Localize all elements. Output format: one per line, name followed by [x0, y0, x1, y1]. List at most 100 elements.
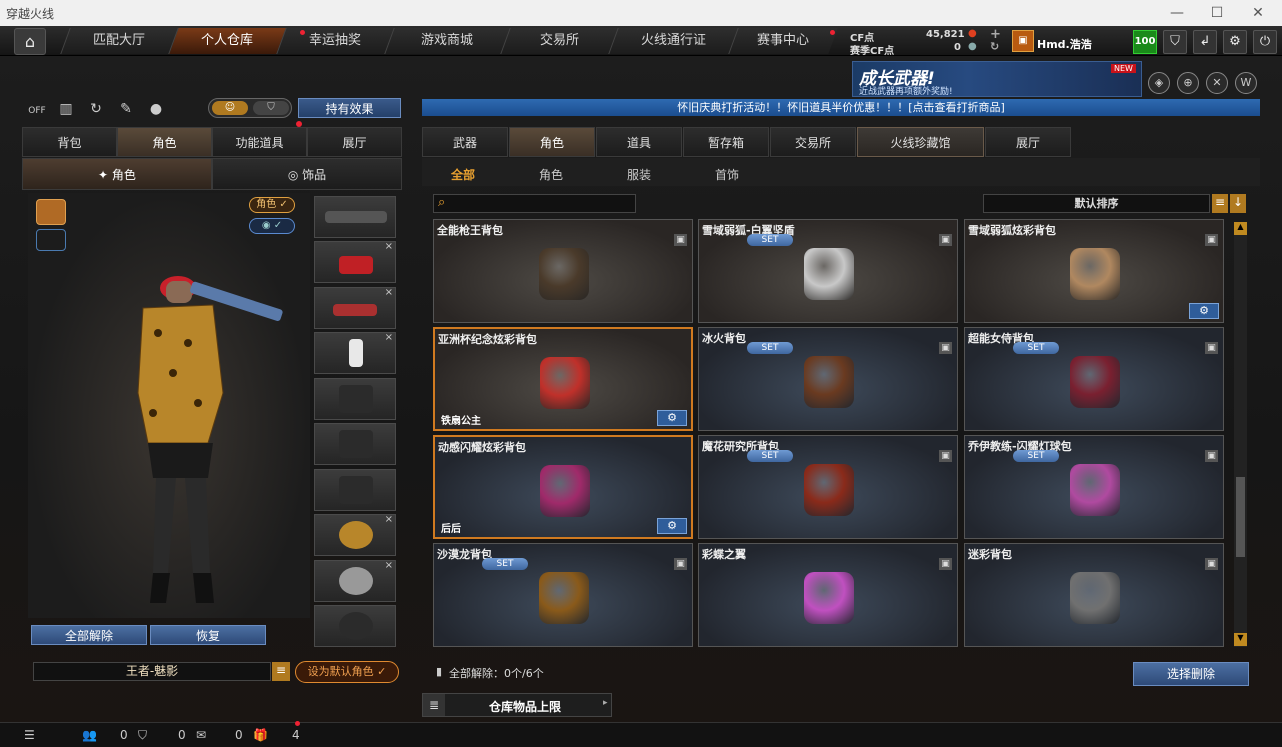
- gift-icon[interactable]: 🎁: [253, 728, 268, 742]
- right-tab-weapon[interactable]: 武器: [422, 127, 508, 157]
- maximize-button[interactable]: ☐: [1197, 0, 1237, 26]
- nav-tab-lottery[interactable]: 幸运抽奖: [276, 28, 394, 54]
- warehouse-limit-bar[interactable]: ≣ 仓库物品上限 ▸: [422, 693, 612, 717]
- remove-icon[interactable]: ×: [385, 560, 393, 571]
- subtab-accessory[interactable]: ◎ 饰品: [212, 158, 402, 190]
- remove-icon[interactable]: ×: [385, 241, 393, 252]
- equip-slot-hat[interactable]: ×: [314, 241, 396, 283]
- trash-icon[interactable]: ▣: [674, 234, 687, 246]
- right-tab-items[interactable]: 道具: [596, 127, 682, 157]
- item-card[interactable]: 全能枪王背包 ▣: [433, 219, 693, 323]
- home-button[interactable]: ⌂: [14, 28, 46, 55]
- trash-icon[interactable]: ▣: [674, 558, 687, 570]
- promo-banner[interactable]: 成长武器! 近战武器再项额外奖励! NEW: [852, 61, 1142, 97]
- right-tab-collection[interactable]: 火线珍藏馆: [857, 127, 984, 157]
- role-badge[interactable]: 角色 ✓: [249, 197, 295, 213]
- remove-icon[interactable]: ×: [385, 287, 393, 298]
- trash-icon[interactable]: ▣: [1205, 558, 1218, 570]
- equip-slot-pendant[interactable]: ×: [314, 514, 396, 556]
- shield-icon[interactable]: ⛉: [138, 728, 147, 743]
- nav-tab-events[interactable]: 赛事中心: [728, 28, 838, 54]
- nav-tab-warehouse[interactable]: 个人仓库: [168, 28, 286, 54]
- search-input[interactable]: ⌕: [433, 194, 636, 213]
- right-tab-temp-box[interactable]: 暂存箱: [683, 127, 769, 157]
- back-button[interactable]: ↲: [1193, 30, 1217, 54]
- view-toggle[interactable]: ☺ ⛉: [208, 98, 292, 118]
- chat-icon[interactable]: ✉: [196, 728, 206, 742]
- sort-dropdown[interactable]: 默认排序: [983, 194, 1210, 213]
- grenade-icon[interactable]: ●: [144, 98, 168, 120]
- swords-icon[interactable]: ✕: [1206, 72, 1228, 94]
- restore-button[interactable]: 恢复: [150, 625, 266, 645]
- equip-slot-glasses[interactable]: ×: [314, 287, 396, 329]
- item-card[interactable]: 动感闪耀炫彩背包 后后 ⚙: [433, 435, 693, 539]
- item-card[interactable]: 乔伊教练-闪耀灯球包 ▣ SET: [964, 435, 1224, 539]
- item-card[interactable]: 彩蝶之翼 ▣: [698, 543, 958, 647]
- effect-button[interactable]: 持有效果: [298, 98, 401, 118]
- close-window-button[interactable]: ✕: [1238, 0, 1278, 26]
- item-card[interactable]: 雪域弱狐炫彩背包 ▣ ⚙: [964, 219, 1224, 323]
- left-tab-gallery[interactable]: 展厅: [307, 127, 402, 157]
- item-card[interactable]: 亚洲杯纪念炫彩背包 铁扇公主 ⚙: [433, 327, 693, 431]
- ranking-icon[interactable]: ▥: [54, 98, 78, 120]
- list-view-icon[interactable]: ≡: [1212, 194, 1228, 213]
- rotate-icon[interactable]: ↻: [84, 98, 108, 120]
- remove-icon[interactable]: ×: [385, 514, 393, 525]
- alt-mode-icon[interactable]: [36, 229, 66, 251]
- remove-icon[interactable]: ×: [385, 332, 393, 343]
- left-tab-function-items[interactable]: 功能道具: [212, 127, 307, 157]
- set-default-character-button[interactable]: 设为默认角色 ✓: [295, 661, 399, 683]
- gear-icon[interactable]: ⚙: [657, 518, 687, 534]
- equip-slot-empty[interactable]: [314, 605, 396, 647]
- sort-down-icon[interactable]: ↓: [1230, 194, 1246, 213]
- equip-slot-radio[interactable]: ×: [314, 332, 396, 374]
- globe-icon[interactable]: ⊕: [1177, 72, 1199, 94]
- minimize-button[interactable]: —: [1157, 0, 1197, 26]
- subtab-jewelry[interactable]: 首饰: [715, 166, 739, 183]
- trash-icon[interactable]: ▣: [939, 342, 952, 354]
- friends-icon[interactable]: 👥: [82, 728, 97, 742]
- scroll-down-icon[interactable]: ▼: [1234, 633, 1247, 646]
- nav-tab-match-lobby[interactable]: 匹配大厅: [60, 28, 178, 54]
- nav-tab-mall[interactable]: 游戏商城: [384, 28, 510, 54]
- shield-button[interactable]: ⛉: [1163, 30, 1187, 54]
- subtab-all[interactable]: 全部: [451, 166, 475, 183]
- refresh-icon[interactable]: ↻: [990, 40, 999, 53]
- equip-slot-empty[interactable]: [314, 469, 396, 511]
- item-card[interactable]: 沙漠龙背包 ▣ SET: [433, 543, 693, 647]
- scroll-thumb[interactable]: [1236, 477, 1245, 557]
- trash-icon[interactable]: ▣: [939, 450, 952, 462]
- right-tab-gallery[interactable]: 展厅: [985, 127, 1071, 157]
- trash-icon[interactable]: ▣: [939, 234, 952, 246]
- visibility-toggle[interactable]: ◉ ✓: [249, 218, 295, 234]
- outfit-mode-icon[interactable]: [36, 199, 66, 225]
- character-preview[interactable]: 角色 ✓ ◉ ✓: [28, 193, 310, 618]
- trash-icon[interactable]: ▣: [1205, 342, 1218, 354]
- trash-icon[interactable]: ▣: [1205, 234, 1218, 246]
- gear-icon[interactable]: ⚙: [657, 410, 687, 426]
- unequip-all-button[interactable]: 全部解除: [31, 625, 147, 645]
- badge-icon[interactable]: ◈: [1148, 72, 1170, 94]
- subtab-clothing[interactable]: 服装: [627, 166, 651, 183]
- notice-bar[interactable]: 怀旧庆典打折活动！！怀旧道具半价优惠！！！[点击查看打折商品]: [422, 99, 1260, 116]
- menu-icon[interactable]: ≡: [272, 662, 290, 681]
- item-card[interactable]: 雪域弱狐-白翼坚盾 ▣ SET: [698, 219, 958, 323]
- item-card[interactable]: 迷彩背包 ▣: [964, 543, 1224, 647]
- emblem-view-icon[interactable]: ⛉: [253, 101, 289, 115]
- equip-slot-pendant[interactable]: ×: [314, 560, 396, 602]
- subtab-role[interactable]: 角色: [539, 166, 563, 183]
- nav-tab-exchange[interactable]: 交易所: [500, 28, 618, 54]
- item-card[interactable]: 魔花研究所背包 ▣ SET: [698, 435, 958, 539]
- left-tab-bag[interactable]: 背包: [22, 127, 117, 157]
- pose-icon[interactable]: ✎: [114, 98, 138, 120]
- subtab-character[interactable]: ✦ 角色: [22, 158, 212, 190]
- trash-icon[interactable]: ▣: [939, 558, 952, 570]
- character-view-icon[interactable]: ☺: [212, 101, 248, 115]
- right-tab-character[interactable]: 角色: [509, 127, 595, 157]
- toggle-off-icon[interactable]: OFF: [25, 100, 49, 122]
- choose-delete-button[interactable]: 选择删除: [1133, 662, 1249, 686]
- equip-slot-empty[interactable]: [314, 423, 396, 465]
- rank-badge-icon[interactable]: ▣: [1012, 30, 1034, 52]
- equip-slot-empty[interactable]: [314, 378, 396, 420]
- item-card[interactable]: 冰火背包 ▣ SET: [698, 327, 958, 431]
